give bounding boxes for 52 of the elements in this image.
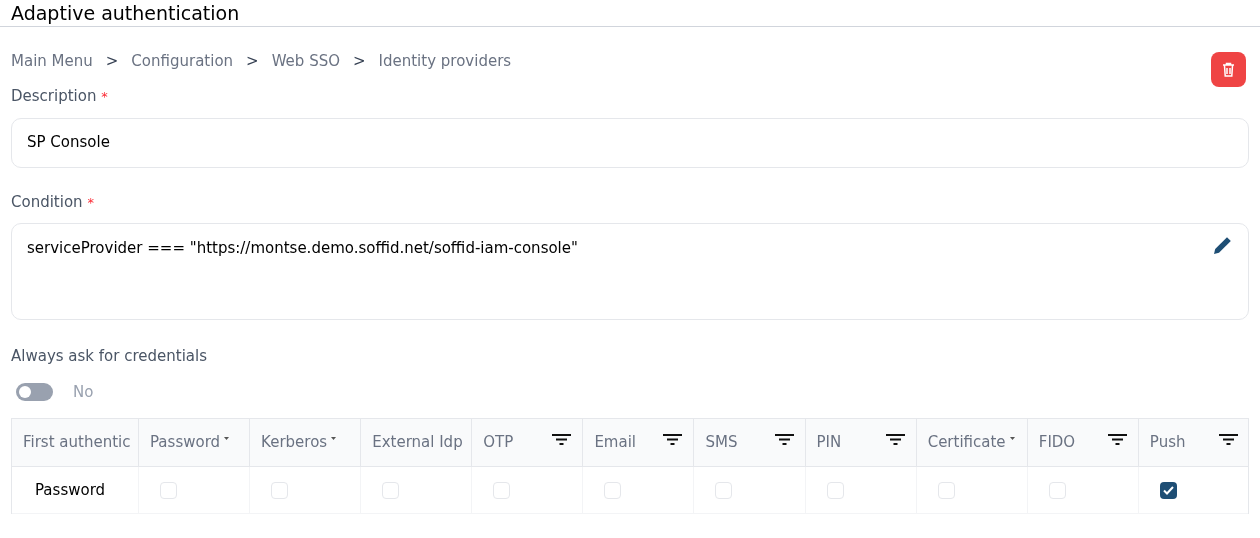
column-header[interactable]: Certificate [927,431,1006,454]
pencil-icon[interactable] [1212,235,1233,256]
check-icon [1162,485,1174,495]
breadcrumb-separator: > [246,50,259,72]
delete-button[interactable] [1211,52,1246,87]
column-header[interactable]: SMS [705,431,738,454]
filter-icon[interactable] [774,434,794,445]
checkbox[interactable] [1048,481,1066,499]
toggle-value: No [73,381,94,403]
column-header[interactable]: Password [150,431,221,454]
page-title: Adaptive authentication [11,1,240,26]
column-header[interactable]: External Idp [372,431,463,454]
breadcrumb-link[interactable]: Main Menu [11,49,93,73]
checkbox[interactable] [715,481,733,499]
checkbox[interactable] [493,481,511,499]
toggle-switch[interactable] [16,382,53,401]
table-cell-text: Password [35,479,106,501]
column-header[interactable]: First authentic [23,431,131,454]
sort-icon[interactable] [1009,437,1015,440]
field-label: Description [11,87,97,105]
sort-icon[interactable] [224,437,230,440]
checkbox[interactable] [1159,481,1177,499]
field-label: Condition [11,192,83,211]
checkbox[interactable] [271,481,289,499]
filter-icon[interactable] [1107,434,1127,445]
column-header[interactable]: PIN [816,431,842,454]
column-header[interactable]: Push [1149,431,1186,454]
condition-field[interactable]: serviceProvider === "https://montse.demo.soffid.net/soffid-iam-console" [11,223,1249,320]
filter-icon[interactable] [552,434,572,445]
checkbox[interactable] [826,481,844,499]
breadcrumb-link[interactable]: Web SSO [271,49,340,73]
trash-icon [1222,62,1235,77]
filter-icon[interactable] [885,434,905,445]
breadcrumb-separator: > [353,50,366,72]
checkbox[interactable] [604,481,622,499]
checkbox[interactable] [382,481,400,499]
column-header[interactable]: FIDO [1038,431,1076,454]
breadcrumb-link[interactable]: Configuration [131,49,234,73]
sort-icon[interactable] [331,437,337,440]
breadcrumb-separator: > [105,50,119,72]
column-header[interactable]: OTP [483,431,514,454]
column-header[interactable]: Kerberos [261,431,328,454]
filter-icon[interactable] [1218,434,1238,445]
filter-icon[interactable] [663,434,683,445]
required-mark: * [87,194,94,210]
checkbox[interactable] [160,481,177,499]
checkbox[interactable] [937,481,955,499]
column-header[interactable]: Email [594,431,636,454]
breadcrumb-link[interactable]: Identity providers [378,49,512,73]
field-label: Always ask for credentials [11,347,207,365]
required-mark: * [101,89,108,104]
description-field[interactable]: SP Console [11,117,1249,168]
